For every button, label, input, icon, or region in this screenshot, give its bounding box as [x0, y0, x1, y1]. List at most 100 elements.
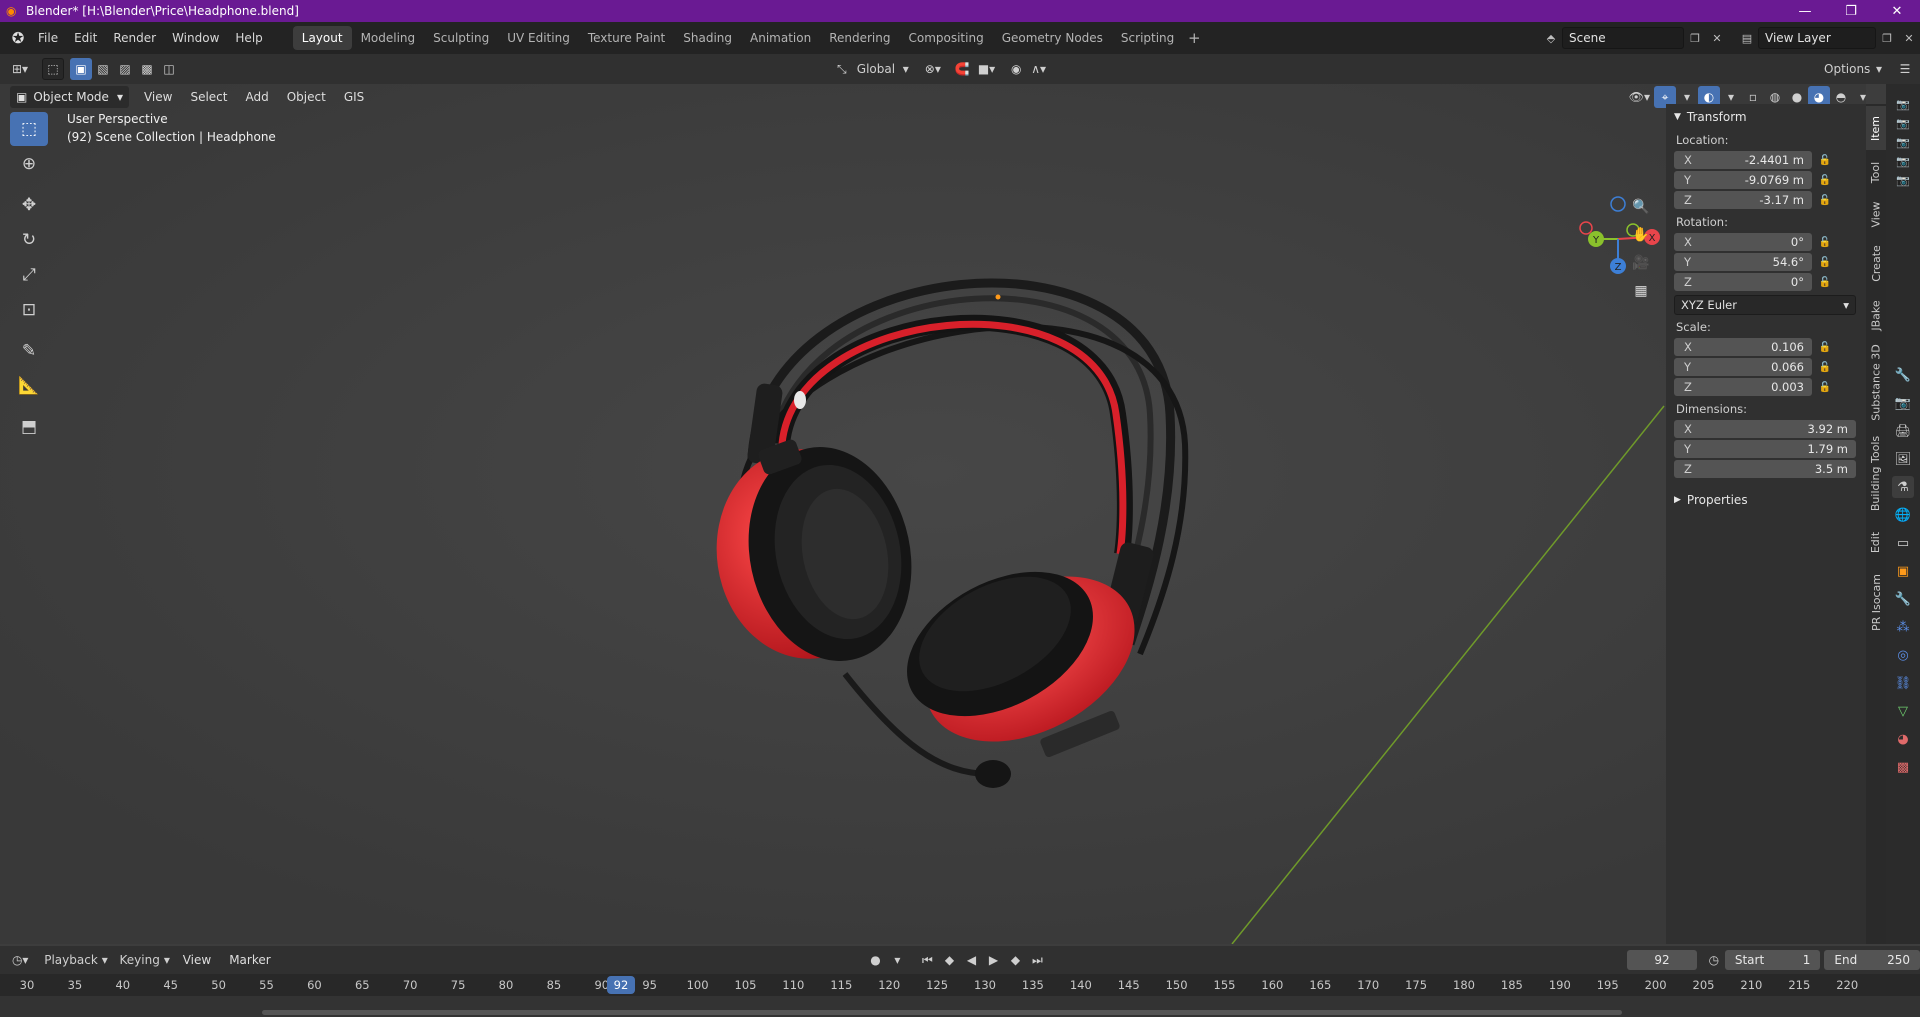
tab-view[interactable]: View: [1866, 194, 1886, 234]
tab-pr-isocam[interactable]: PR Isocam: [1866, 564, 1886, 640]
lock-icon[interactable]: 🔓: [1812, 382, 1838, 393]
play-icon[interactable]: ▶: [982, 949, 1004, 971]
object-visibility-icon[interactable]: 👁▾: [1625, 86, 1654, 108]
object-data-properties-icon[interactable]: ▽: [1892, 700, 1914, 722]
view-layer-browse-icon[interactable]: ▤: [1736, 27, 1758, 49]
rotate-tool-icon[interactable]: ↻: [10, 223, 48, 257]
camera-view-icon[interactable]: 🎥: [1628, 250, 1654, 276]
pan-hand-icon[interactable]: ✋: [1628, 222, 1654, 248]
constraints-properties-icon[interactable]: ⛓: [1892, 672, 1914, 694]
add-workspace-button[interactable]: +: [1183, 27, 1205, 49]
auto-keying-icon[interactable]: ●: [864, 949, 886, 971]
tab-rendering[interactable]: Rendering: [820, 26, 899, 50]
dimensions-y-field[interactable]: Y 1.79 m: [1674, 440, 1856, 458]
modifier-properties-icon[interactable]: 🔧: [1892, 588, 1914, 610]
tab-tool[interactable]: Tool: [1866, 152, 1886, 192]
rotation-y-field[interactable]: Y 54.6°: [1674, 253, 1812, 271]
properties-panel-header[interactable]: ▶ Properties: [1666, 489, 1866, 511]
transform-panel-header[interactable]: ▼ Transform: [1666, 106, 1866, 128]
scale-tool-icon[interactable]: ⤢: [10, 258, 48, 292]
snap-target-icon[interactable]: ■▾: [974, 58, 999, 80]
tab-building-tools[interactable]: Building Tools: [1866, 426, 1886, 520]
perspective-toggle-icon[interactable]: ▦: [1628, 278, 1654, 304]
transform-orientation-select[interactable]: Global ▾: [853, 58, 913, 80]
play-reverse-icon[interactable]: ◀: [960, 949, 982, 971]
3d-viewport[interactable]: User Perspective (92) Scene Collection |…: [0, 84, 1866, 944]
timeline-menu-playback[interactable]: Playback ▾: [40, 949, 111, 971]
lock-icon[interactable]: 🔓: [1812, 155, 1838, 166]
lock-icon[interactable]: 🔓: [1812, 175, 1838, 186]
world-properties-icon[interactable]: 🌐: [1892, 504, 1914, 526]
proportional-editing-icon[interactable]: ◉: [1005, 58, 1027, 80]
timeline-body[interactable]: [0, 996, 1920, 1017]
dimensions-x-field[interactable]: X 3.92 m: [1674, 420, 1856, 438]
render-visibility-icon[interactable]: 📷: [1892, 96, 1914, 112]
tab-edit[interactable]: Edit: [1866, 522, 1886, 562]
tool-properties-icon[interactable]: 🔧: [1892, 364, 1914, 386]
location-z-field[interactable]: Z -3.17 m: [1674, 191, 1812, 209]
move-tool-icon[interactable]: ✥: [10, 188, 48, 222]
physics-properties-icon[interactable]: ◎: [1892, 644, 1914, 666]
lock-icon[interactable]: 🔓: [1812, 237, 1838, 248]
add-cube-tool-icon[interactable]: ⬒: [10, 410, 48, 444]
material-properties-icon[interactable]: ◕: [1892, 728, 1914, 750]
timeline-menu-view[interactable]: View: [174, 953, 220, 967]
lock-icon[interactable]: 🔓: [1812, 342, 1838, 353]
jump-prev-keyframe-icon[interactable]: ◆: [938, 949, 960, 971]
new-scene-icon[interactable]: ❐: [1684, 27, 1706, 49]
tab-modeling[interactable]: Modeling: [352, 26, 425, 50]
scene-browse-icon[interactable]: ⬘: [1540, 27, 1562, 49]
measure-tool-icon[interactable]: 📐: [10, 369, 48, 403]
menu-edit[interactable]: Edit: [66, 22, 105, 54]
pivot-point-icon[interactable]: ⊗▾: [921, 58, 945, 80]
texture-properties-icon[interactable]: ▩: [1892, 756, 1914, 778]
timeline-menu-marker[interactable]: Marker: [220, 953, 279, 967]
rotation-mode-select[interactable]: XYZ Euler ▾: [1674, 295, 1856, 315]
new-view-layer-icon[interactable]: ❐: [1876, 27, 1898, 49]
restore-button[interactable]: ❐: [1828, 0, 1874, 22]
rotation-z-field[interactable]: Z 0°: [1674, 273, 1812, 291]
view-layer-properties-icon[interactable]: 🖼: [1892, 448, 1914, 470]
editor-type-icon[interactable]: ⊞▾: [8, 58, 32, 80]
zoom-icon[interactable]: 🔍: [1628, 194, 1654, 220]
keying-dropdown-icon[interactable]: ▾: [886, 949, 908, 971]
lock-icon[interactable]: 🔓: [1812, 362, 1838, 373]
viewport-menu-add[interactable]: Add: [236, 90, 277, 104]
location-x-field[interactable]: X -2.4401 m: [1674, 151, 1812, 169]
jump-start-icon[interactable]: ⏮: [916, 949, 938, 971]
properties-editor-icon[interactable]: ☰: [1894, 58, 1916, 80]
cursor-tool-icon[interactable]: ⊕: [10, 147, 48, 181]
render-visibility-icon[interactable]: 📷: [1892, 115, 1914, 131]
annotate-tool-icon[interactable]: ✎: [10, 334, 48, 368]
select-mode-intersect-icon[interactable]: ◫: [158, 58, 180, 80]
jump-end-icon[interactable]: ⏭: [1026, 949, 1048, 971]
lock-icon[interactable]: 🔓: [1812, 257, 1838, 268]
timeline-scrollbar[interactable]: [262, 1010, 1622, 1015]
tab-layout[interactable]: Layout: [292, 26, 352, 50]
options-dropdown[interactable]: Options ▾: [1820, 58, 1886, 80]
select-tool-icon[interactable]: ⬚: [42, 58, 65, 80]
close-button[interactable]: ✕: [1874, 0, 1920, 22]
viewport-menu-view[interactable]: View: [135, 90, 181, 104]
select-mode-extend-icon[interactable]: ▧: [92, 58, 114, 80]
select-box-tool-icon[interactable]: ⬚: [10, 112, 48, 146]
lock-icon[interactable]: 🔓: [1812, 195, 1838, 206]
render-visibility-icon[interactable]: 📷: [1892, 153, 1914, 169]
scene-name-field[interactable]: Scene: [1562, 27, 1684, 49]
playhead[interactable]: 92: [606, 976, 635, 994]
blender-logo-icon[interactable]: ✪: [6, 26, 30, 50]
collection-properties-icon[interactable]: ▭: [1892, 532, 1914, 554]
end-frame-field[interactable]: End 250: [1824, 950, 1920, 970]
tab-compositing[interactable]: Compositing: [899, 26, 992, 50]
timeline-menu-keying[interactable]: Keying ▾: [116, 949, 174, 971]
delete-scene-icon[interactable]: ✕: [1706, 27, 1728, 49]
tab-create[interactable]: Create: [1866, 236, 1886, 290]
lock-icon[interactable]: 🔓: [1812, 277, 1838, 288]
tab-sculpting[interactable]: Sculpting: [424, 26, 498, 50]
render-visibility-icon[interactable]: 📷: [1892, 134, 1914, 150]
select-mode-invert-icon[interactable]: ▩: [136, 58, 158, 80]
tab-jbake[interactable]: JBake: [1866, 292, 1886, 338]
viewport-menu-gis[interactable]: GIS: [335, 90, 373, 104]
tab-animation[interactable]: Animation: [741, 26, 820, 50]
tab-substance-3d[interactable]: Substance 3D: [1866, 340, 1886, 424]
